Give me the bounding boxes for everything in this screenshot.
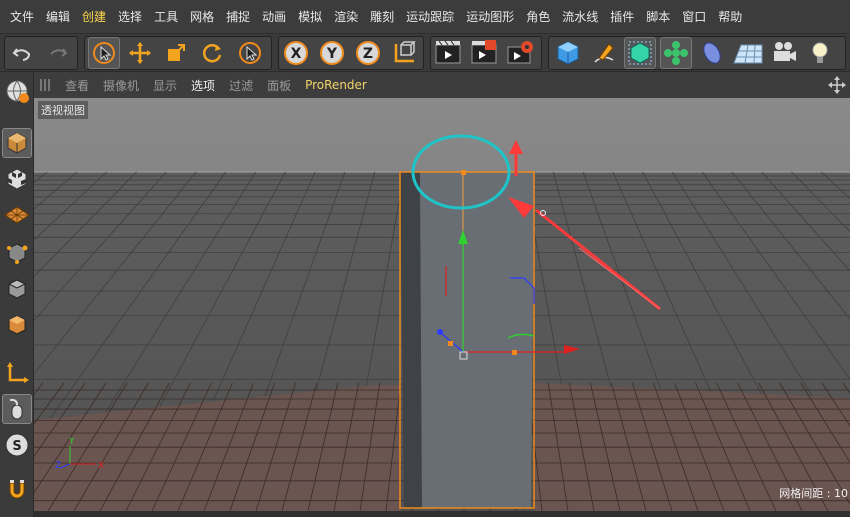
redo-icon[interactable] — [42, 37, 74, 69]
snap-icon[interactable]: S — [2, 430, 32, 460]
z-axis-letter: Z — [363, 46, 373, 62]
menu-item[interactable]: 帮助 — [712, 0, 748, 34]
column-front-face — [420, 172, 534, 508]
menu-item[interactable]: 文件 — [4, 0, 40, 34]
cube-icon[interactable] — [552, 37, 584, 69]
z-axis-arrow[interactable] — [437, 329, 443, 335]
render-settings-icon[interactable] — [504, 37, 536, 69]
camera-icon[interactable] — [768, 37, 800, 69]
menu-item[interactable]: 窗口 — [676, 0, 712, 34]
toolbar: X Y Z — [0, 34, 850, 72]
model-mode-icon[interactable] — [2, 128, 32, 158]
menu-item[interactable]: 插件 — [604, 0, 640, 34]
viewport-menu-item[interactable]: 面板 — [260, 77, 298, 94]
menu-item[interactable]: 脚本 — [640, 0, 676, 34]
light-icon[interactable] — [804, 37, 836, 69]
cloner-icon[interactable] — [660, 37, 692, 69]
texture-mode-icon[interactable] — [2, 164, 32, 194]
scale-icon[interactable] — [160, 37, 192, 69]
globe-icon[interactable] — [2, 76, 32, 106]
undo-icon[interactable] — [6, 37, 38, 69]
menu-item[interactable]: 雕刻 — [364, 0, 400, 34]
axis-mode-icon[interactable] — [2, 358, 32, 388]
world-axis-x-label: X — [98, 461, 104, 471]
menu-item[interactable]: 运动图形 — [460, 0, 520, 34]
viewport-menu-item[interactable]: 查看 — [58, 77, 96, 94]
menu-bar: 文件 编辑 创建 选择 工具 网格 捕捉 动画 模拟 渲染 雕刻 运动跟踪 运动图形 角色 流水线 插件 脚本窗… — [0, 0, 850, 34]
render-picture-viewer-icon[interactable] — [468, 37, 500, 69]
menu-item[interactable]: 模拟 — [292, 0, 328, 34]
tweak-icon[interactable] — [2, 394, 32, 424]
timeline-bar[interactable] — [34, 511, 850, 517]
grid-spacing-label: 网格间距 : 10 — [779, 487, 848, 500]
viewport-menu-item[interactable]: 摄像机 — [96, 77, 146, 94]
pen-spline-icon[interactable] — [588, 37, 620, 69]
menu-item[interactable]: 创建 — [76, 0, 112, 34]
menu-item[interactable]: 动画 — [256, 0, 292, 34]
points-mode-icon[interactable] — [2, 238, 32, 268]
y-axis-letter: Y — [326, 46, 338, 62]
viewport-menu-item[interactable]: 显示 — [146, 77, 184, 94]
selected-column-object[interactable] — [399, 170, 535, 509]
z-scale-handle[interactable] — [448, 341, 453, 346]
z-axis-lock-icon[interactable]: Z — [352, 37, 384, 69]
rotate-icon[interactable] — [196, 37, 228, 69]
subdivision-icon[interactable] — [624, 37, 656, 69]
world-axis-y-label: Y — [68, 437, 75, 447]
menu-item[interactable]: 渲染 — [328, 0, 364, 34]
viewport-nav-icon[interactable] — [828, 76, 846, 94]
menu-item[interactable]: 流水线 — [556, 0, 604, 34]
viewport-grip-icon[interactable] — [40, 79, 52, 91]
x-scale-handle[interactable] — [512, 350, 517, 355]
y-axis-lock-icon[interactable]: Y — [316, 37, 348, 69]
mode-palette: S — [0, 72, 34, 517]
height-handle[interactable] — [461, 170, 466, 175]
deformer-icon[interactable] — [696, 37, 728, 69]
menu-item[interactable]: 工具 — [148, 0, 184, 34]
live-select-icon[interactable] — [88, 37, 120, 69]
last-tool-icon[interactable] — [234, 37, 266, 69]
viewport-scene[interactable]: Y X Z — [34, 98, 850, 511]
x-axis-letter: X — [291, 46, 302, 62]
render-view-icon[interactable] — [432, 37, 464, 69]
menu-item[interactable]: 捕捉 — [220, 0, 256, 34]
viewport-menu-item[interactable]: 过滤 — [222, 77, 260, 94]
menu-item[interactable]: 编辑 — [40, 0, 76, 34]
viewport-menu-item[interactable]: 选项 — [184, 77, 222, 94]
cinema4d-window: 文件 编辑 创建 选择 工具 网格 捕捉 动画 模拟 渲染 雕刻 运动跟踪 运动图形 角色 流水线 插件 脚本窗… — [0, 0, 850, 517]
svg-text:S: S — [12, 439, 21, 454]
world-coordinates-icon[interactable] — [388, 37, 420, 69]
move-icon[interactable] — [124, 37, 156, 69]
viewport-menu-bar: 查看 摄像机 显示 选项 过滤 面板 ProRender — [34, 72, 850, 98]
floor-icon[interactable] — [732, 37, 764, 69]
menu-item[interactable]: 选择 — [112, 0, 148, 34]
viewport-menu-item[interactable]: ProRender — [298, 78, 374, 92]
workplane-icon[interactable] — [2, 200, 32, 230]
menu-item[interactable]: 网格 — [184, 0, 220, 34]
viewport-title: 透视视图 — [38, 101, 88, 119]
world-axis-z-label: Z — [55, 461, 61, 471]
edges-mode-icon[interactable] — [2, 274, 32, 304]
x-axis-lock-icon[interactable]: X — [280, 37, 312, 69]
magnet-icon[interactable] — [2, 474, 32, 504]
perspective-viewport[interactable]: Y X Z 透视视图 网格间距 : 10 — [34, 98, 850, 511]
menu-item[interactable]: 运动跟踪 — [400, 0, 460, 34]
polygons-mode-icon[interactable] — [2, 310, 32, 340]
menu-item[interactable]: 角色 — [520, 0, 556, 34]
